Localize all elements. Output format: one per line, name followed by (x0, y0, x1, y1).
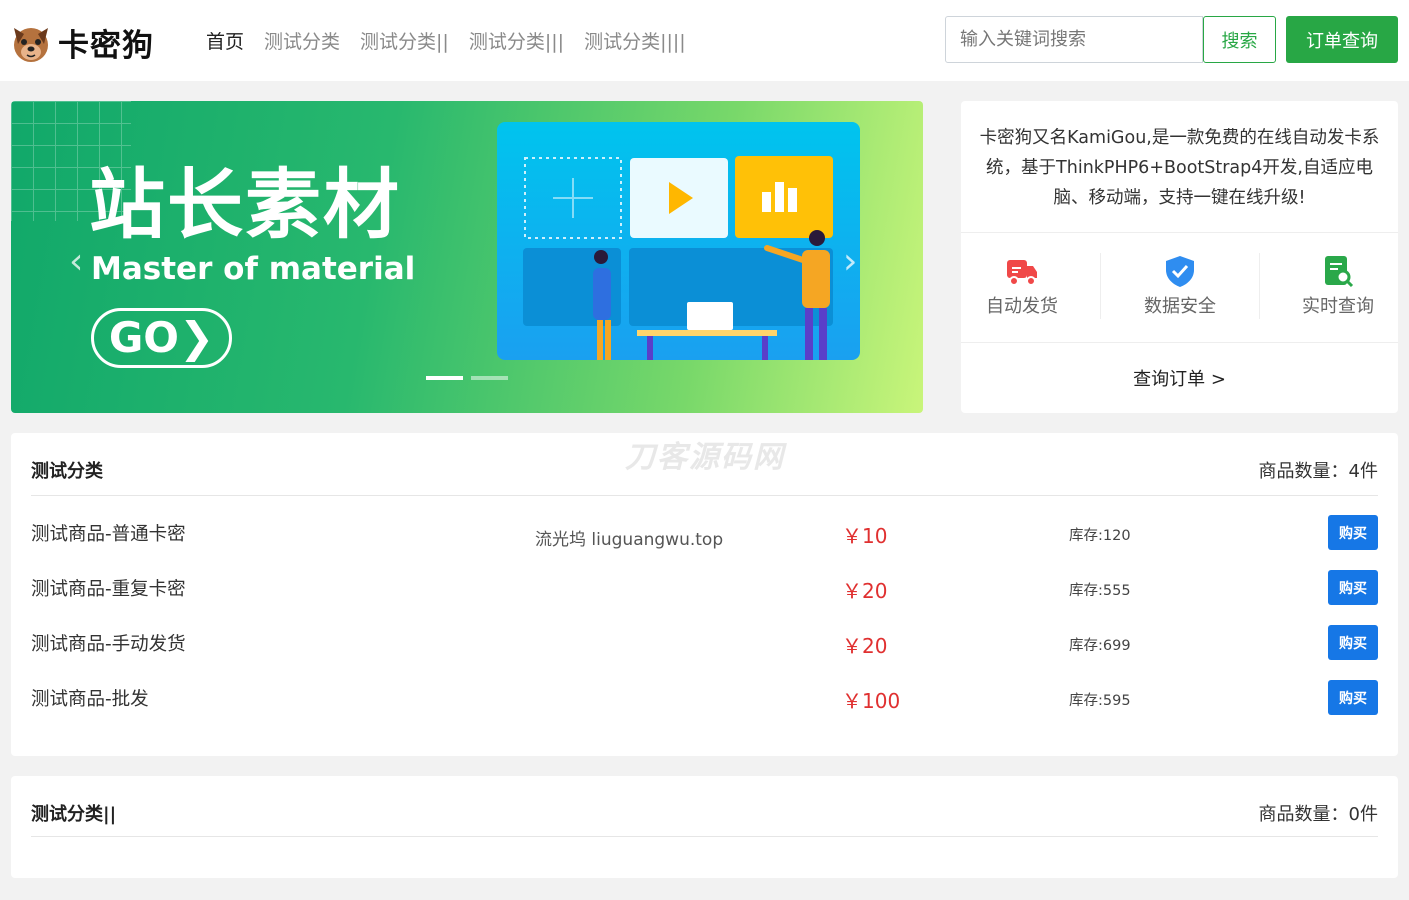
search-button[interactable]: 搜索 (1203, 16, 1276, 63)
product-row: 测试商品-手动发货 ￥20 库存:699 购买 (31, 625, 1378, 661)
nav-category-2[interactable]: 测试分类|| (360, 27, 449, 54)
logo-text: 卡密狗 (58, 28, 154, 64)
product-stock: 库存:555 (1069, 583, 1131, 599)
product-stock: 库存:699 (1069, 638, 1131, 654)
feature-label: 数据安全 (1144, 296, 1216, 317)
product-row: 测试商品-批发 ￥100 库存:595 购买 (31, 680, 1378, 716)
feature-data-security: 数据安全 (1121, 254, 1239, 318)
category-card: 测试分类 商品数量：4件 测试商品-普通卡密 ￥10 库存:120 购买 测试商… (11, 433, 1398, 756)
banner-subtitle: Master of material (91, 251, 416, 287)
divider (31, 836, 1378, 837)
product-name[interactable]: 测试商品-重复卡密 (31, 575, 186, 601)
buy-button[interactable]: 购买 (1328, 570, 1378, 605)
nav-category-1[interactable]: 测试分类 (264, 27, 340, 54)
buy-button[interactable]: 购买 (1328, 625, 1378, 660)
product-price: ￥10 (842, 524, 888, 548)
nav-category-4[interactable]: 测试分类|||| (584, 27, 686, 54)
delivery-truck-icon (1007, 260, 1037, 286)
divider (961, 342, 1398, 343)
buy-button[interactable]: 购买 (1328, 515, 1378, 550)
search-input[interactable] (945, 16, 1203, 63)
intro-description: 卡密狗又名KamiGou,是一款免费的在线自动发卡系统，基于ThinkPHP6+… (979, 128, 1380, 208)
category-product-count: 商品数量：0件 (1258, 804, 1378, 825)
illustration-icon (523, 156, 833, 376)
category-title: 测试分类|| (31, 804, 117, 825)
banner-title: 站长素材 (89, 160, 401, 249)
shield-check-icon (1166, 256, 1194, 287)
carousel-dot-1[interactable] (426, 376, 463, 380)
intro-panel: 卡密狗又名KamiGou,是一款免费的在线自动发卡系统，基于ThinkPHP6+… (961, 101, 1398, 413)
buy-button[interactable]: 购买 (1328, 680, 1378, 715)
product-stock: 库存:120 (1069, 528, 1131, 544)
product-price: ￥20 (842, 634, 888, 658)
site-logo[interactable]: 卡密狗 (10, 20, 154, 65)
carousel-next-icon[interactable]: › (843, 241, 857, 282)
feature-label: 实时查询 (1302, 296, 1374, 317)
nav-category-3[interactable]: 测试分类||| (469, 27, 564, 54)
watermark: 刀客源码网 (625, 440, 785, 475)
category-card: 测试分类|| 商品数量：0件 (11, 776, 1398, 878)
carousel-indicators (426, 376, 516, 380)
category-product-count: 商品数量：4件 (1258, 461, 1378, 482)
category-title: 测试分类 (31, 461, 103, 482)
product-name[interactable]: 测试商品-普通卡密 (31, 520, 186, 546)
product-name[interactable]: 测试商品-手动发货 (31, 630, 186, 656)
product-row: 测试商品-重复卡密 ￥20 库存:555 购买 (31, 570, 1378, 606)
product-name[interactable]: 测试商品-批发 (31, 685, 149, 711)
nav-home[interactable]: 首页 (206, 27, 244, 54)
top-navbar: 卡密狗 首页 测试分类 测试分类|| 测试分类||| 测试分类|||| 搜索 订… (0, 0, 1409, 81)
divider (961, 232, 1398, 233)
divider (1100, 253, 1101, 319)
carousel-prev-icon[interactable]: ‹ (69, 241, 83, 282)
product-price: ￥20 (842, 579, 888, 603)
order-query-button[interactable]: 订单查询 (1286, 16, 1398, 63)
banner-go-button[interactable]: GO❯ (91, 308, 232, 368)
product-stock: 库存:595 (1069, 693, 1131, 709)
banner-carousel[interactable]: 站长素材 Master of material GO❯ ‹ › (11, 101, 923, 413)
feature-realtime-query: 实时查询 (1279, 254, 1397, 318)
product-price: ￥100 (842, 689, 901, 713)
watermark: 流光坞 liuguangwu.top (535, 530, 724, 550)
document-search-icon (1325, 256, 1354, 288)
carousel-dot-2[interactable] (471, 376, 508, 380)
main-nav: 首页 测试分类 测试分类|| 测试分类||| 测试分类|||| (206, 27, 706, 54)
feature-label: 自动发货 (986, 296, 1058, 317)
feature-auto-delivery: 自动发货 (963, 254, 1081, 318)
divider (31, 495, 1378, 496)
dog-logo-icon (14, 27, 48, 62)
divider (1259, 253, 1260, 319)
query-order-link[interactable]: 查询订单 > (961, 365, 1398, 391)
banner-illustration (497, 122, 860, 376)
